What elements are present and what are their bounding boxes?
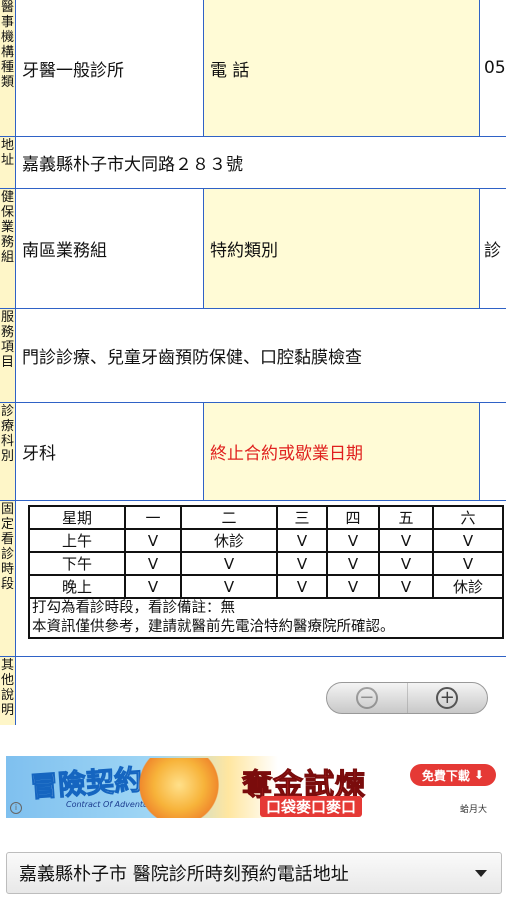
department-value: 牙科 xyxy=(22,444,56,464)
schedule-cell: V xyxy=(124,574,182,599)
zoom-in-icon: + xyxy=(436,687,459,709)
terminate-date-label: 終止合約或歇業日期 xyxy=(204,403,479,500)
ad-logo: 冒險契約 xyxy=(29,763,144,805)
ad-download-button[interactable]: 免費下載 ⬇ xyxy=(410,764,496,786)
schedule-cell: V xyxy=(326,528,380,553)
institution-type-value: 牙醫一般診所 xyxy=(22,60,124,81)
contract-type-label: 特約類別 xyxy=(204,189,479,308)
ad-tiny-text: 蛤月大 xyxy=(460,805,488,815)
dropdown-arrow-icon xyxy=(475,870,487,877)
phone-value[interactable]: 05 xyxy=(480,0,506,136)
schedule-row-evening: 晚上 V V V V V 休診 xyxy=(28,574,504,599)
zoom-out-button[interactable]: − xyxy=(327,683,408,713)
label-institution-type: 醫事機構種類 xyxy=(0,0,14,90)
schedule-cell: V xyxy=(124,528,182,553)
schedule-table: 星期 一 二 三 四 五 六 上午 V 休診 V V V V 下午 V V V … xyxy=(28,505,504,639)
ad-character-image xyxy=(134,758,224,818)
schedule-cell: V xyxy=(432,551,504,576)
schedule-cell: 晚上 xyxy=(28,574,126,599)
schedule-row-afternoon: 下午 V V V V V V xyxy=(28,551,504,576)
left-label-column: 醫事機構種類 地址 健保業務組 服務項目 診療科別 固定看診時段 其他說明 xyxy=(0,0,15,725)
label-region: 健保業務組 xyxy=(0,190,14,265)
schedule-header-cell: 五 xyxy=(378,505,434,530)
zoom-in-button[interactable]: + xyxy=(408,683,488,713)
row-divider xyxy=(0,500,506,501)
schedule-header-cell: 星期 xyxy=(28,505,126,530)
schedule-header-row: 星期 一 二 三 四 五 六 xyxy=(28,505,504,530)
schedule-cell: V xyxy=(378,574,434,599)
schedule-cell: V xyxy=(326,551,380,576)
schedule-note-line2: 本資訊僅供參考，建請就醫前先電洽特約醫療院所確認。 xyxy=(32,619,395,635)
schedule-cell: V xyxy=(276,574,328,599)
label-services: 服務項目 xyxy=(0,310,14,370)
schedule-cell: V xyxy=(124,551,182,576)
schedule-cell: V xyxy=(378,528,434,553)
zoom-control: − + xyxy=(326,682,488,714)
schedule-cell: V xyxy=(378,551,434,576)
location-select[interactable]: 嘉義縣朴子市 醫院診所時刻預約電話地址 xyxy=(6,852,502,894)
schedule-cell: V xyxy=(432,528,504,553)
location-select-value: 嘉義縣朴子市 醫院診所時刻預約電話地址 xyxy=(19,864,349,885)
address-value: 嘉義縣朴子市大同路２８３號 xyxy=(22,155,243,175)
schedule-cell: 休診 xyxy=(432,574,504,599)
schedule-cell: V xyxy=(276,528,328,553)
services-value: 門診診療、兒童牙齒預防保健、口腔黏膜檢查 xyxy=(22,348,362,368)
schedule-cell: V xyxy=(180,574,278,599)
label-address: 地址 xyxy=(0,138,14,168)
schedule-note-line1: 打勾為看診時段，看診備註：無 xyxy=(32,600,235,616)
download-arrow-icon: ⬇ xyxy=(474,768,485,782)
region-value: 南區業務組 xyxy=(22,241,107,261)
label-hours: 固定看診時段 xyxy=(0,502,14,592)
phone-label: 電 話 xyxy=(204,0,479,136)
schedule-cell: V xyxy=(326,574,380,599)
ad-info-icon[interactable]: i xyxy=(10,802,22,814)
terminate-date-value xyxy=(480,403,506,500)
schedule-cell: 上午 xyxy=(28,528,126,553)
schedule-header-cell: 六 xyxy=(432,505,504,530)
schedule-header-cell: 二 xyxy=(180,505,278,530)
ad-subheadline: 口袋麥口麥口 xyxy=(260,796,363,817)
schedule-note-row: 打勾為看診時段，看診備註：無 本資訊僅供參考，建請就醫前先電洽特約醫療院所確認。 xyxy=(28,597,504,639)
schedule-header-cell: 一 xyxy=(124,505,182,530)
contract-type-value: 診 xyxy=(484,241,501,261)
schedule-cell: 休診 xyxy=(180,528,278,553)
row-divider xyxy=(0,656,506,657)
ad-banner[interactable]: 冒險契約 Contract Of Adventure 奪金試煉 口袋麥口麥口 免… xyxy=(6,756,500,818)
schedule-cell: V xyxy=(180,551,278,576)
schedule-header-cell: 四 xyxy=(326,505,380,530)
schedule-cell: V xyxy=(276,551,328,576)
schedule-row-morning: 上午 V 休診 V V V V xyxy=(28,528,504,553)
ad-download-label: 免費下載 xyxy=(421,768,470,783)
schedule-header-cell: 三 xyxy=(276,505,328,530)
schedule-note: 打勾為看診時段，看診備註：無 本資訊僅供參考，建請就醫前先電洽特約醫療院所確認。 xyxy=(28,597,504,639)
label-notes: 其他說明 xyxy=(0,658,14,718)
label-department: 診療科別 xyxy=(0,404,14,464)
zoom-out-icon: − xyxy=(355,687,378,709)
schedule-cell: 下午 xyxy=(28,551,126,576)
